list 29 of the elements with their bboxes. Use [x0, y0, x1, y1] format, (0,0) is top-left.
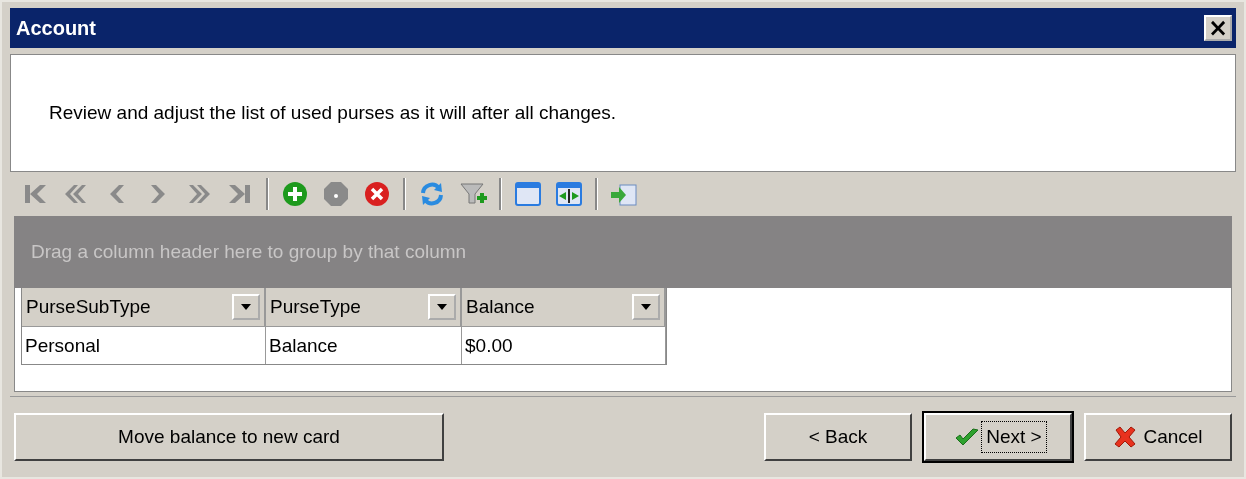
dialog-button[interactable]: Move balance to new card	[14, 413, 444, 461]
column-dropdown-button[interactable]	[632, 294, 660, 320]
column-dropdown-button[interactable]	[428, 294, 456, 320]
add-icon[interactable]	[280, 179, 310, 209]
column-header[interactable]: Balance	[462, 288, 666, 326]
columns-icon[interactable]	[554, 179, 584, 209]
column-title: Balance	[466, 296, 535, 318]
table-cell: Balance	[266, 326, 462, 364]
close-button[interactable]: ×	[1204, 15, 1232, 41]
column-dropdown-button[interactable]	[232, 294, 260, 320]
dialog-button[interactable]: < Back	[764, 413, 912, 461]
caret-icon	[641, 304, 651, 310]
column-title: PurseType	[270, 296, 361, 318]
caret-icon	[241, 304, 251, 310]
column-title: PurseSubType	[26, 296, 151, 318]
dialog-button[interactable]: Cancel	[1084, 413, 1232, 461]
dialog-button[interactable]: Next >	[924, 413, 1072, 461]
group-by-hint: Drag a column header here to group by that column	[31, 241, 467, 263]
column-header[interactable]: PurseSubType	[22, 288, 266, 326]
check-icon	[954, 427, 981, 447]
window-title: Account	[16, 16, 96, 40]
grid-icon[interactable]	[513, 179, 543, 209]
table-cell: $0.00	[462, 326, 666, 364]
caret-icon	[437, 304, 447, 310]
delete-icon[interactable]	[362, 179, 392, 209]
instruction-text: Review and adjust the list of used purses as it will after all changes.	[49, 102, 617, 124]
table-cell: Personal	[22, 326, 266, 364]
column-header[interactable]: PurseType	[266, 288, 462, 326]
cancel-icon	[1113, 425, 1138, 449]
